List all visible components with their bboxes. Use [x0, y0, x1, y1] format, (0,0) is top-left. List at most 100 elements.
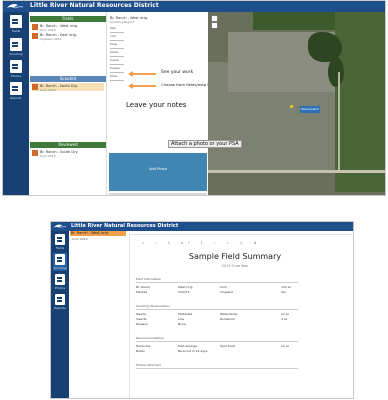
field-input[interactable]	[110, 78, 124, 81]
arrow-icon	[128, 71, 156, 77]
report-cell: Spot treat	[220, 344, 235, 348]
report-cell: Notes	[136, 349, 145, 353]
report-cell: 4 ac	[281, 317, 288, 321]
map-road	[208, 170, 385, 173]
app-header: Little River Natural Resources District	[51, 222, 353, 231]
document-icon	[10, 82, 22, 95]
insects-field[interactable]: Insects	[110, 59, 128, 65]
report-divider	[136, 368, 298, 369]
map-field	[335, 12, 385, 192]
nav-item-reports[interactable]: Reports	[53, 293, 67, 311]
app-title: Little River Natural Resources District	[71, 223, 179, 229]
field-input[interactable]	[110, 38, 124, 41]
map-marker-icon[interactable]	[290, 105, 293, 108]
list-item[interactable]: Br. Ranch - North Dry. Corn 2015	[32, 83, 104, 92]
nav-item-fields[interactable]: Fields	[53, 233, 67, 251]
report-viewer: « ‹ 1 of 1 › » ⎙ ⬇ Sample Field Summary …	[129, 234, 353, 398]
report-section-heading: Field Information	[136, 277, 162, 281]
photo-upload-label: Add Photo	[149, 167, 167, 171]
disease-field[interactable]: Disease	[110, 67, 128, 73]
field-input[interactable]	[110, 70, 124, 73]
report-subtitle: 2015 Crop Year	[221, 264, 249, 268]
report-divider	[136, 282, 298, 283]
nav-label: Reports	[54, 306, 66, 310]
report-cell: 12 ac	[281, 312, 290, 316]
document-icon	[55, 294, 65, 305]
list-header-reviewed: Reviewed	[30, 142, 106, 148]
field-swatch	[32, 33, 38, 39]
list-header-scouted: Scouted	[30, 76, 106, 82]
map-tree-cover	[328, 57, 344, 87]
report-section-heading: Recommendations	[136, 336, 164, 340]
report-cell: None	[178, 322, 186, 326]
nav-item-scouting[interactable]: Scouting	[53, 253, 67, 271]
zoom-out-icon[interactable]	[211, 22, 218, 29]
report-section-heading: Photos Attached	[136, 363, 161, 367]
form-subtitle: Scouting Report	[110, 20, 135, 24]
nav-label: Scouting	[9, 52, 23, 56]
list-item[interactable]: Br. Ranch - West Irrig. Corn 2015	[32, 23, 104, 32]
report-cell: Disease	[136, 322, 148, 326]
report-cell: 5/02/15	[178, 290, 190, 294]
crop-field[interactable]: Crop	[110, 35, 128, 41]
app-header: Little River Natural Resources District	[3, 1, 385, 12]
report-divider	[136, 341, 298, 342]
report-cell: Weeds	[136, 312, 146, 316]
stage-field[interactable]: Stage	[110, 43, 128, 49]
field-input[interactable]	[110, 62, 124, 65]
report-cell: Herbicide	[136, 344, 151, 348]
nav-item-photos[interactable]: Photos	[53, 273, 67, 291]
report-cell: West Irrig.	[178, 285, 194, 289]
list-header-fields: Fields	[30, 16, 106, 22]
fields-icon	[55, 234, 65, 245]
document-icon	[55, 274, 65, 285]
nav-item-reports[interactable]: Reports	[7, 81, 25, 101]
field-input[interactable]	[110, 54, 124, 57]
zoom-in-icon[interactable]	[211, 15, 218, 22]
list-item[interactable]: Br. Ranch - South Dry. Corn 2015	[32, 149, 104, 158]
left-navigation: Fields Scouting Photos Reports	[3, 12, 29, 195]
report-cell: Corn	[220, 285, 228, 289]
report-divider	[136, 309, 298, 310]
report-view-screenshot: Little River Natural Resources District …	[50, 221, 354, 399]
nav-item-fields[interactable]: Fields	[7, 14, 25, 34]
list-item[interactable]: Br. Ranch - East Irrig. Soybean 2015	[32, 32, 104, 41]
selected-field-title: Br. Ranch - West Irrig.	[71, 231, 109, 235]
nav-item-photos[interactable]: Photos	[7, 59, 25, 79]
selected-field-item[interactable]: Br. Ranch - West Irrig.	[70, 231, 126, 236]
report-cell: Yes	[281, 290, 286, 294]
report-section-heading: Scouting Observations	[136, 304, 170, 308]
document-icon	[10, 38, 22, 51]
callout-leave-notes: Leave your notes	[126, 101, 187, 109]
district-logo-icon	[7, 4, 24, 9]
district-logo-icon	[53, 224, 67, 229]
app-title: Little River Natural Resources District	[30, 2, 159, 9]
nav-label: Photos	[54, 286, 66, 290]
field-swatch	[32, 84, 38, 90]
scouting-app-screenshot: Little River Natural Resources District …	[2, 0, 386, 196]
list-item-sub: Corn 2015	[40, 153, 56, 158]
report-cell: 132 ac	[281, 285, 292, 289]
aerial-map[interactable]: Weed patch	[208, 12, 385, 195]
date-field[interactable]: Date	[110, 27, 128, 33]
list-item-sub: Soybean 2015	[40, 36, 62, 41]
weeds-field[interactable]: Weeds	[110, 51, 128, 57]
report-cell: Waterhemp	[220, 312, 238, 316]
report-toolbar[interactable]: « ‹ 1 of 1 › » ⎙ ⬇	[142, 241, 262, 245]
field-input[interactable]	[110, 46, 124, 49]
notes-field[interactable]: Notes	[110, 75, 128, 81]
field-input[interactable]	[110, 30, 124, 33]
report-cell: Planted	[136, 290, 148, 294]
report-cell: Irrigated	[220, 290, 233, 294]
form-action-bar[interactable]	[109, 193, 207, 195]
field-list-panel: Fields Br. Ranch - West Irrig. Corn 2015…	[30, 12, 107, 195]
nav-label: Scouting	[53, 266, 67, 270]
map-pin-label[interactable]: Weed patch	[300, 106, 320, 113]
nav-label: Fields	[55, 246, 65, 250]
report-cell: Insects	[136, 317, 147, 321]
left-navigation: Fields Scouting Photos Reports	[51, 231, 69, 398]
report-cell: Re-scout in 14 days	[178, 349, 208, 353]
arrow-icon	[128, 83, 156, 89]
photo-upload-area[interactable]: Add Photo	[109, 153, 207, 191]
nav-item-scouting[interactable]: Scouting	[7, 37, 25, 57]
